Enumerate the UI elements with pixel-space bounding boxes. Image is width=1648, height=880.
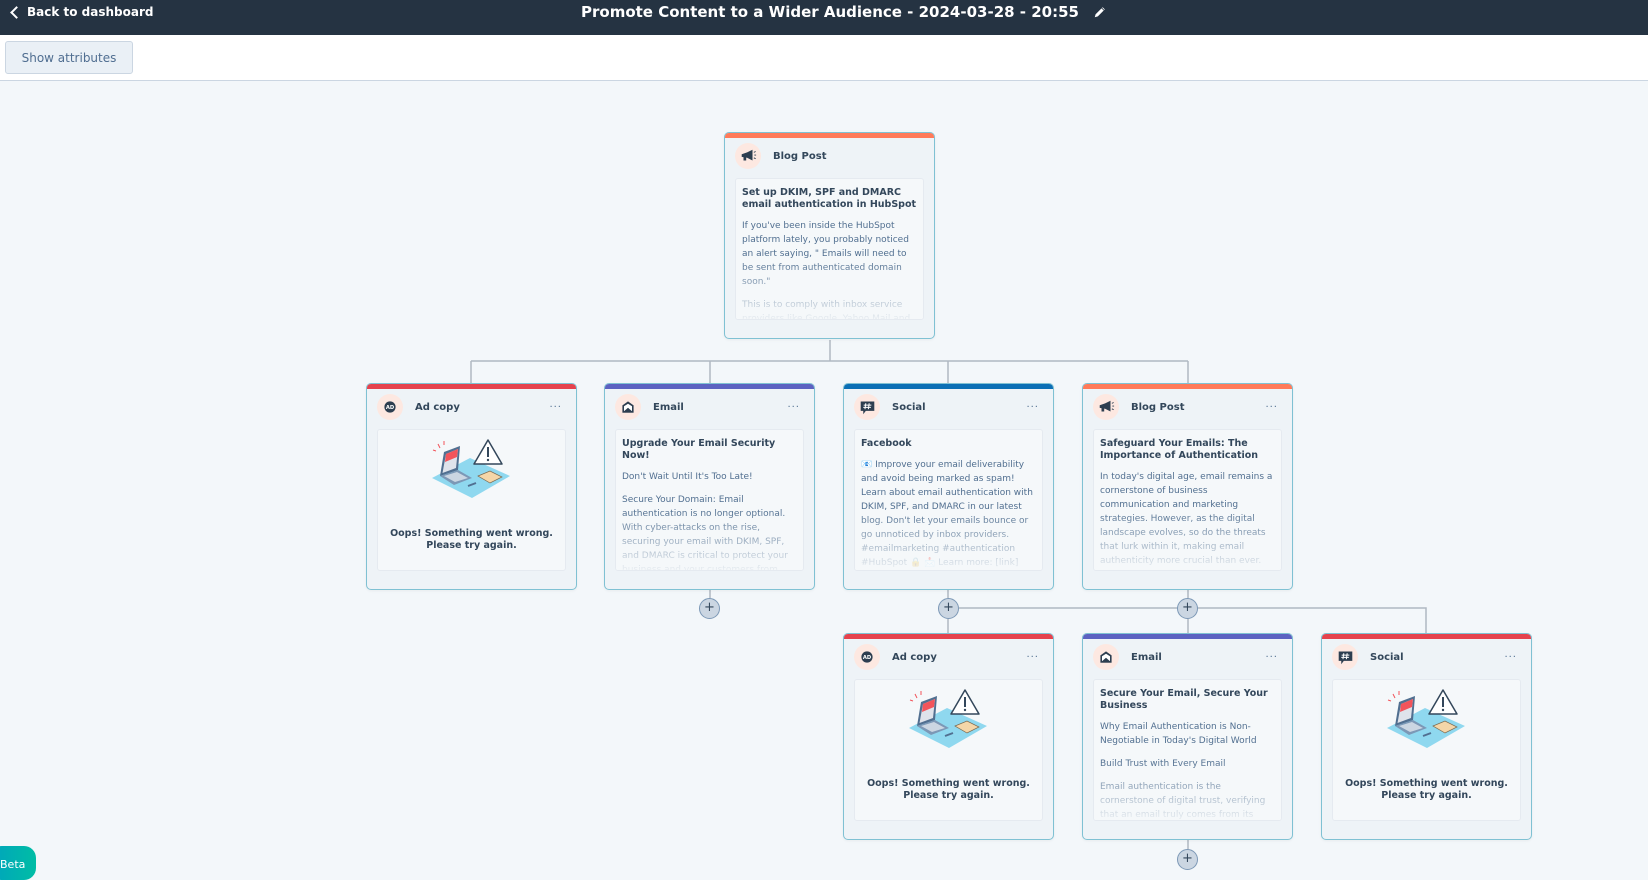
card-type-label: Ad copy xyxy=(892,651,937,663)
error-message: Oops! Something went wrong. Please try a… xyxy=(390,528,553,551)
top-navigation-bar: Back to dashboard Promote Content to a W… xyxy=(0,0,1648,35)
error-message: Oops! Something went wrong. Please try a… xyxy=(867,778,1030,801)
megaphone-icon xyxy=(1093,394,1119,420)
card-error-state: Oops! Something went wrong. Please try a… xyxy=(1332,679,1521,821)
card-type-label: Social xyxy=(892,401,926,413)
card-type-label: Ad copy xyxy=(415,401,460,413)
megaphone-icon xyxy=(735,143,761,169)
card-content-preview: Facebook 📧 Improve your email deliverabi… xyxy=(854,429,1043,571)
show-attributes-button[interactable]: Show attributes xyxy=(5,41,133,74)
hashtag-chat-icon xyxy=(854,394,880,420)
error-illustration xyxy=(422,436,522,506)
error-illustration xyxy=(1377,686,1477,756)
card-error-state: Oops! Something went wrong. Please try a… xyxy=(377,429,566,571)
content-card-ad-copy[interactable]: Ad copy ··· Oops! Something went wrong. … xyxy=(843,633,1054,840)
content-title: Safeguard Your Emails: The Importance of… xyxy=(1100,438,1259,461)
card-error-state: Oops! Something went wrong. Please try a… xyxy=(854,679,1043,821)
add-child-button[interactable]: + xyxy=(938,598,959,619)
envelope-icon xyxy=(615,394,641,420)
content-card-blog-post[interactable]: Blog Post ··· Safeguard Your Emails: The… xyxy=(1082,383,1293,590)
content-paragraph: Don't Wait Until It's Too Late! xyxy=(622,472,753,482)
card-menu-button[interactable]: ··· xyxy=(1261,402,1282,413)
card-menu-button[interactable]: ··· xyxy=(1261,652,1282,663)
content-card-social[interactable]: Social ··· Oops! Something went wrong. P… xyxy=(1321,633,1532,840)
content-title: Facebook xyxy=(861,438,912,449)
edit-pencil-icon[interactable] xyxy=(1093,5,1107,19)
card-content-preview: Upgrade Your Email Security Now! Don't W… xyxy=(615,429,804,571)
hashtag-chat-icon xyxy=(1332,644,1358,670)
card-menu-button[interactable]: ··· xyxy=(1022,402,1043,413)
error-illustration xyxy=(899,686,999,756)
card-type-label: Social xyxy=(1370,651,1404,663)
card-menu-button[interactable]: ··· xyxy=(545,402,566,413)
add-child-button[interactable]: + xyxy=(1177,849,1198,870)
content-card-root-blog-post[interactable]: Blog Post Set up DKIM, SPF and DMARC ema… xyxy=(724,132,935,339)
content-card-ad-copy[interactable]: Ad copy ··· Oops! Something went wrong. … xyxy=(366,383,577,590)
content-card-email[interactable]: Email ··· Secure Your Email, Secure Your… xyxy=(1082,633,1293,840)
page-title: Promote Content to a Wider Audience - 20… xyxy=(581,3,1079,21)
beta-badge[interactable]: Beta xyxy=(0,846,36,880)
card-type-label: Email xyxy=(1131,651,1162,663)
ad-icon xyxy=(854,644,880,670)
envelope-icon xyxy=(1093,644,1119,670)
content-card-email[interactable]: Email ··· Upgrade Your Email Security No… xyxy=(604,383,815,590)
card-content-preview: Set up DKIM, SPF and DMARC email authent… xyxy=(735,178,924,320)
card-type-label: Blog Post xyxy=(1131,401,1185,413)
card-content-preview: Safeguard Your Emails: The Importance of… xyxy=(1093,429,1282,571)
card-menu-button[interactable]: ··· xyxy=(1500,652,1521,663)
ad-icon xyxy=(377,394,403,420)
toolbar: Show attributes xyxy=(0,35,1648,81)
card-menu-button[interactable]: ··· xyxy=(1022,652,1043,663)
content-paragraph: Why Email Authentication is Non-Negotiab… xyxy=(1100,722,1257,746)
add-child-button[interactable]: + xyxy=(699,598,720,619)
content-title: Set up DKIM, SPF and DMARC email authent… xyxy=(742,187,917,210)
content-card-social[interactable]: Social ··· Facebook 📧 Improve your email… xyxy=(843,383,1054,590)
card-type-label: Blog Post xyxy=(773,150,827,162)
card-type-label: Email xyxy=(653,401,684,413)
card-content-preview: Secure Your Email, Secure Your Business … xyxy=(1093,679,1282,821)
page-title-row: Promote Content to a Wider Audience - 20… xyxy=(0,0,1648,24)
content-title: Secure Your Email, Secure Your Business xyxy=(1100,688,1268,711)
card-menu-button[interactable]: ··· xyxy=(783,402,804,413)
add-child-button[interactable]: + xyxy=(1177,598,1198,619)
error-message: Oops! Something went wrong. Please try a… xyxy=(1345,778,1508,801)
content-title: Upgrade Your Email Security Now! xyxy=(622,438,776,461)
